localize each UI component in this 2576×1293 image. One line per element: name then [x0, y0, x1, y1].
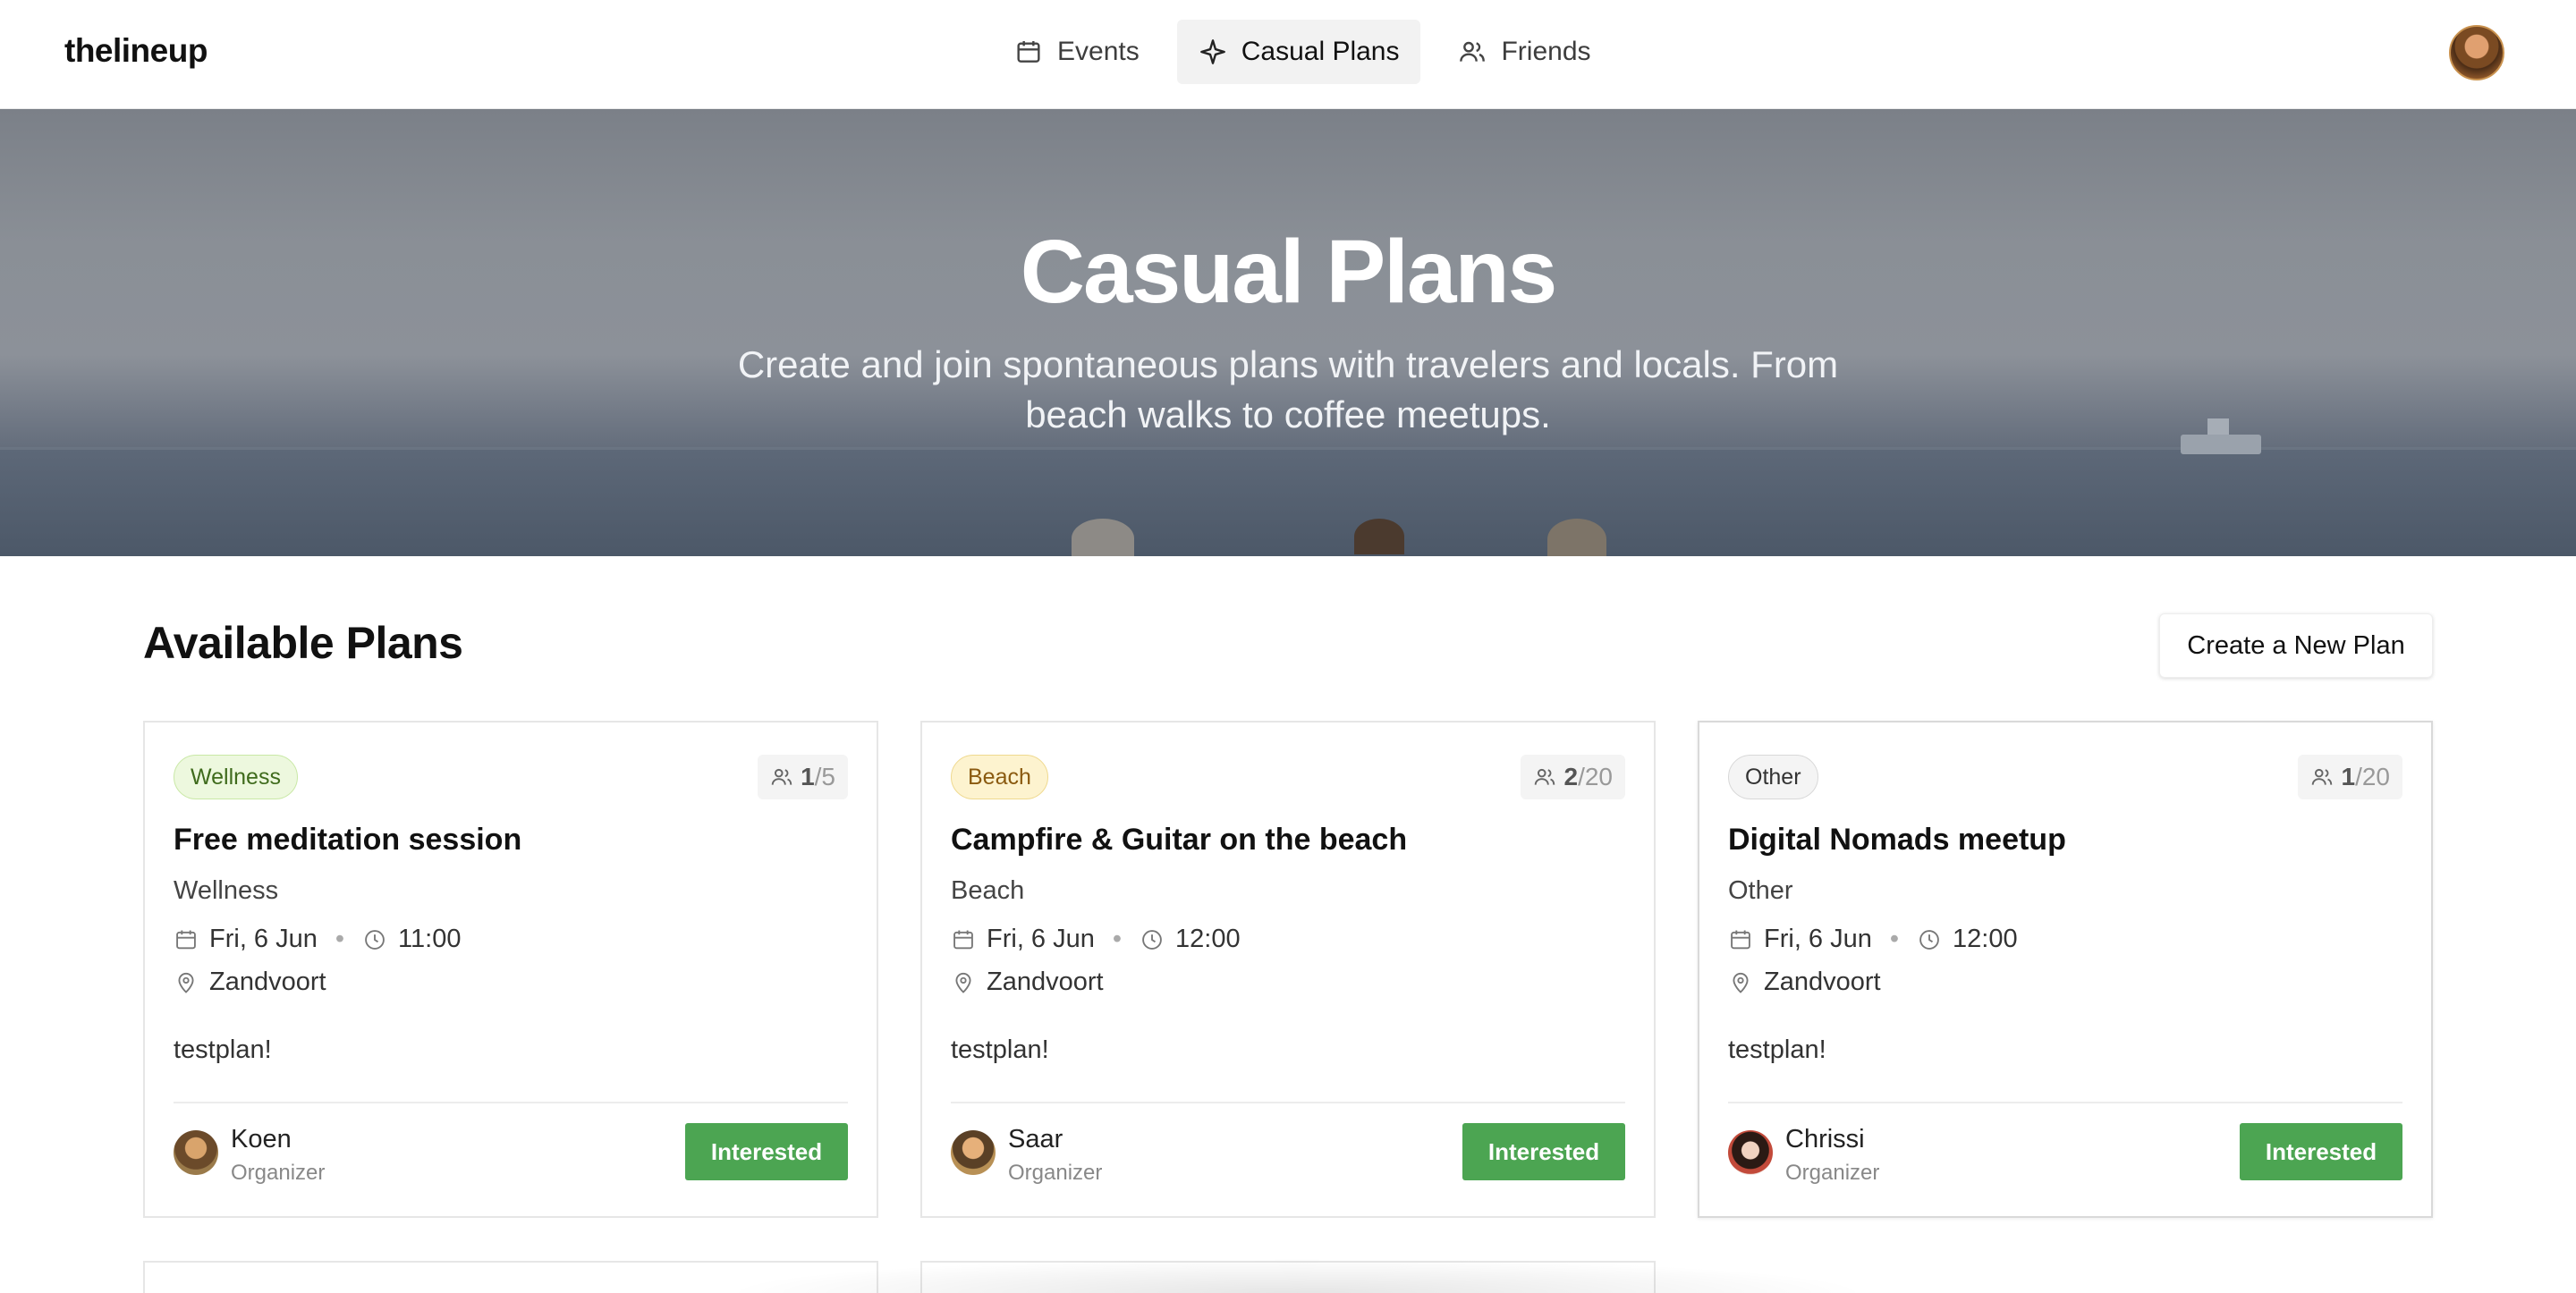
card-divider: [951, 1102, 1625, 1103]
plan-description: testplan!: [174, 1035, 272, 1064]
hero-ship: [2181, 418, 2261, 454]
plan-category: Wellness: [174, 876, 279, 905]
hero-person: [1547, 519, 1606, 556]
plan-title: Free meditation session: [174, 823, 522, 857]
logo[interactable]: thelineup: [64, 32, 208, 70]
plan-description: testplan!: [951, 1035, 1049, 1064]
attendee-count: 1/5: [758, 755, 848, 799]
tab-label: Casual Plans: [1241, 37, 1400, 66]
tab-label: Friends: [1501, 37, 1591, 66]
users-icon: [771, 768, 792, 785]
location-label: Zandvoort: [209, 968, 326, 996]
hero-person: [1072, 519, 1134, 556]
tab-casual-plans[interactable]: Casual Plans: [1176, 20, 1421, 84]
separator-dot: •: [335, 925, 345, 953]
sparkle-icon: [1199, 39, 1225, 64]
organizer-avatar[interactable]: [1728, 1130, 1773, 1175]
plan-time: 12:00: [1175, 925, 1241, 953]
card-divider: [1728, 1102, 2402, 1103]
category-badge: Beach: [951, 755, 1048, 799]
top-navbar: thelineup Events Casual Plans Friends: [0, 0, 2576, 109]
users-icon: [1460, 41, 1486, 62]
clock-icon: [365, 929, 385, 950]
location-label: Zandvoort: [1764, 968, 1881, 996]
separator-dot: •: [1889, 925, 1900, 953]
users-icon: [2312, 768, 2333, 785]
count-current: 1: [801, 763, 815, 790]
hero-sea: [0, 449, 2576, 556]
count-total: /20: [1578, 763, 1613, 790]
hero-title: Casual Plans: [1020, 222, 1558, 322]
interested-button[interactable]: Interested: [685, 1123, 848, 1180]
hero-banner: Casual Plans Create and join spontaneous…: [0, 109, 2576, 556]
user-avatar[interactable]: [2449, 25, 2504, 80]
attendee-count: 2/20: [1521, 755, 1625, 799]
count-current: 1: [2341, 763, 2356, 790]
section-title: Available Plans: [143, 618, 463, 668]
organizer-role: Organizer: [1785, 1161, 1880, 1185]
plan-date: Fri, 6 Jun: [987, 925, 1095, 953]
plan-title: Digital Nomads meetup: [1728, 823, 2066, 857]
users-icon: [1535, 768, 1555, 785]
organizer-avatar[interactable]: [174, 1130, 218, 1175]
map-pin-icon: [178, 972, 194, 993]
plan-category: Other: [1728, 876, 1793, 905]
plan-card[interactable]: Other 1/20 Digital Nomads meetup Other F…: [1698, 721, 2433, 1218]
category-badge: Other: [1728, 755, 1818, 799]
interested-button[interactable]: Interested: [1462, 1123, 1625, 1180]
category-badge: Wellness: [174, 755, 298, 799]
calendar-icon: [953, 930, 973, 949]
calendar-icon: [176, 930, 196, 949]
organizer-role: Organizer: [231, 1161, 326, 1185]
plan-location: Zandvoort: [174, 968, 326, 997]
organizer-name[interactable]: Saar: [1008, 1125, 1063, 1154]
interested-button[interactable]: Interested: [2240, 1123, 2402, 1180]
plan-date: Fri, 6 Jun: [209, 925, 318, 953]
plan-datetime: Fri, 6 Jun • 12:00: [1728, 925, 2018, 954]
plan-datetime: Fri, 6 Jun • 11:00: [174, 925, 461, 954]
organizer-name[interactable]: Chrissi: [1785, 1125, 1865, 1154]
hero-subtitle: Create and join spontaneous plans with t…: [737, 343, 1839, 435]
attendee-count: 1/20: [2298, 755, 2402, 799]
clock-icon: [1142, 929, 1162, 950]
tab-label: Events: [1057, 37, 1140, 66]
plan-card[interactable]: Wellness 1/5 Free meditation session Wel…: [143, 721, 878, 1218]
calendar-icon: [1731, 930, 1750, 949]
hero-person: [1354, 519, 1404, 554]
plan-card-partial[interactable]: [920, 1261, 1656, 1293]
separator-dot: •: [1112, 925, 1123, 953]
count-current: 2: [1563, 763, 1579, 790]
plan-category: Beach: [951, 876, 1025, 905]
plan-datetime: Fri, 6 Jun • 12:00: [951, 925, 1241, 954]
plan-time: 12:00: [1953, 925, 2018, 953]
map-pin-icon: [1733, 972, 1749, 993]
plan-card-partial[interactable]: [143, 1261, 878, 1293]
plan-description: testplan!: [1728, 1035, 1826, 1064]
plan-card[interactable]: Beach 2/20 Campfire & Guitar on the beac…: [920, 721, 1656, 1218]
clock-icon: [1919, 929, 1939, 950]
nav-tabs: Events Casual Plans Friends: [993, 20, 1613, 84]
plan-date: Fri, 6 Jun: [1764, 925, 1872, 953]
card-divider: [174, 1102, 848, 1103]
map-pin-icon: [955, 972, 971, 993]
plan-location: Zandvoort: [1728, 968, 1881, 997]
location-label: Zandvoort: [987, 968, 1104, 996]
plan-location: Zandvoort: [951, 968, 1104, 997]
organizer-name[interactable]: Koen: [231, 1125, 292, 1154]
organizer-avatar[interactable]: [951, 1130, 996, 1175]
plan-time: 11:00: [398, 925, 462, 953]
organizer-role: Organizer: [1008, 1161, 1103, 1185]
calendar-icon: [1017, 41, 1040, 63]
tab-friends[interactable]: Friends: [1436, 20, 1612, 84]
count-total: /20: [2355, 763, 2390, 790]
plan-title: Campfire & Guitar on the beach: [951, 823, 1408, 857]
tab-events[interactable]: Events: [993, 20, 1161, 84]
count-total: /5: [814, 763, 835, 790]
create-plan-button[interactable]: Create a New Plan: [2159, 613, 2433, 678]
